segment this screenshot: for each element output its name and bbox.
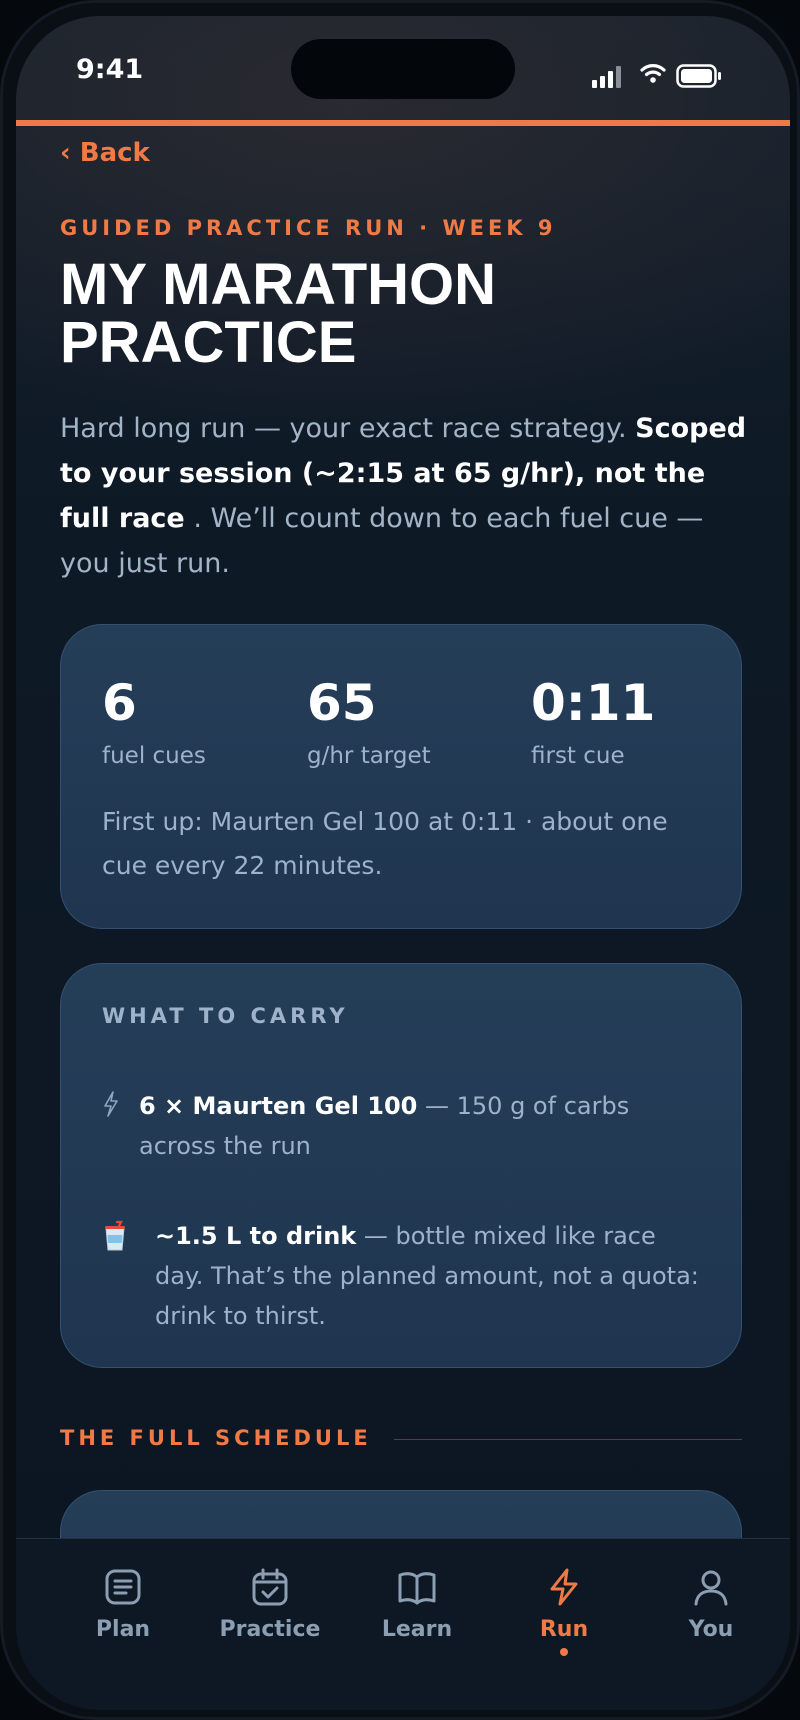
phone-frame: 9:41 ‹ Back GUIDED PRACTICE RUN · WEEK 9 [0,0,800,1720]
screen: 9:41 ‹ Back GUIDED PRACTICE RUN · WEEK 9 [16,16,790,1710]
accent-bar [16,120,790,126]
person-icon [694,1570,728,1606]
status-time: 9:41 [76,54,144,85]
stat-value: 65 [307,674,377,732]
description-intro: Hard long run — your exact race strategy… [60,413,627,444]
tab-plan[interactable]: Plan [58,1567,188,1642]
stat-fuel-cues: 6 fuel cues [102,675,206,769]
what-to-carry-card: WHAT TO CARRY 6 × Maurten Gel 100 — 150 … [60,963,742,1368]
dynamic-island [291,39,515,99]
stat-value: 6 [102,674,137,732]
tab-label: Run [539,1617,589,1642]
active-tab-indicator [560,1648,568,1656]
tab-label: Plan [95,1617,151,1642]
carry-item-bold: ~1.5 L to drink [155,1222,357,1250]
section-divider [394,1439,742,1440]
back-button[interactable]: ‹ Back [60,138,150,168]
tab-bar: Plan Practice Learn Run You [16,1538,790,1710]
schedule-heading: THE FULL SCHEDULE [60,1426,372,1450]
battery-icon [676,64,721,88]
carry-text: ~1.5 L to drink — bottle mixed like race… [155,1216,702,1336]
lightning-icon [104,1091,118,1117]
summary-card: 6 fuel cues 65 g/hr target 0:11 first cu… [60,624,742,929]
tab-learn[interactable]: Learn [352,1567,482,1642]
tab-practice[interactable]: Practice [205,1567,335,1642]
carry-heading: WHAT TO CARRY [102,1004,349,1028]
lightning-icon [550,1568,578,1606]
carry-item-bold: 6 × Maurten Gel 100 [139,1092,418,1120]
drink-cup-icon [105,1220,125,1251]
carry-item-gels: 6 × Maurten Gel 100 — 150 g of carbs acr… [102,1086,702,1166]
tab-label: You [688,1617,734,1642]
carry-text: 6 × Maurten Gel 100 — 150 g of carbs acr… [139,1086,702,1166]
tab-label: Practice [219,1617,321,1642]
session-description: Hard long run — your exact race strategy… [60,406,760,586]
stat-value: 0:11 [531,674,656,732]
tab-run[interactable]: Run [499,1567,629,1656]
tab-you[interactable]: You [646,1567,776,1642]
calendar-check-icon [252,1568,288,1606]
wifi-icon [640,64,666,83]
status-bar: 9:41 [16,16,790,120]
stat-label: first cue [531,743,625,769]
open-book-icon [398,1572,436,1605]
stat-label: fuel cues [102,743,206,769]
stat-label: g/hr target [307,743,431,769]
stat-carb-target: 65 g/hr target [307,675,431,769]
document-list-icon [105,1569,141,1605]
carry-item-drink: ~1.5 L to drink — bottle mixed like race… [102,1216,702,1336]
session-eyebrow: GUIDED PRACTICE RUN · WEEK 9 [60,216,557,240]
cellular-signal-icon [592,66,621,88]
page-title: MY MARATHON PRACTICE [60,252,497,375]
tab-label: Learn [381,1617,453,1642]
stat-first-cue: 0:11 first cue [531,675,655,769]
first-cue-note: First up: Maurten Gel 100 at 0:11 · abou… [102,807,668,880]
